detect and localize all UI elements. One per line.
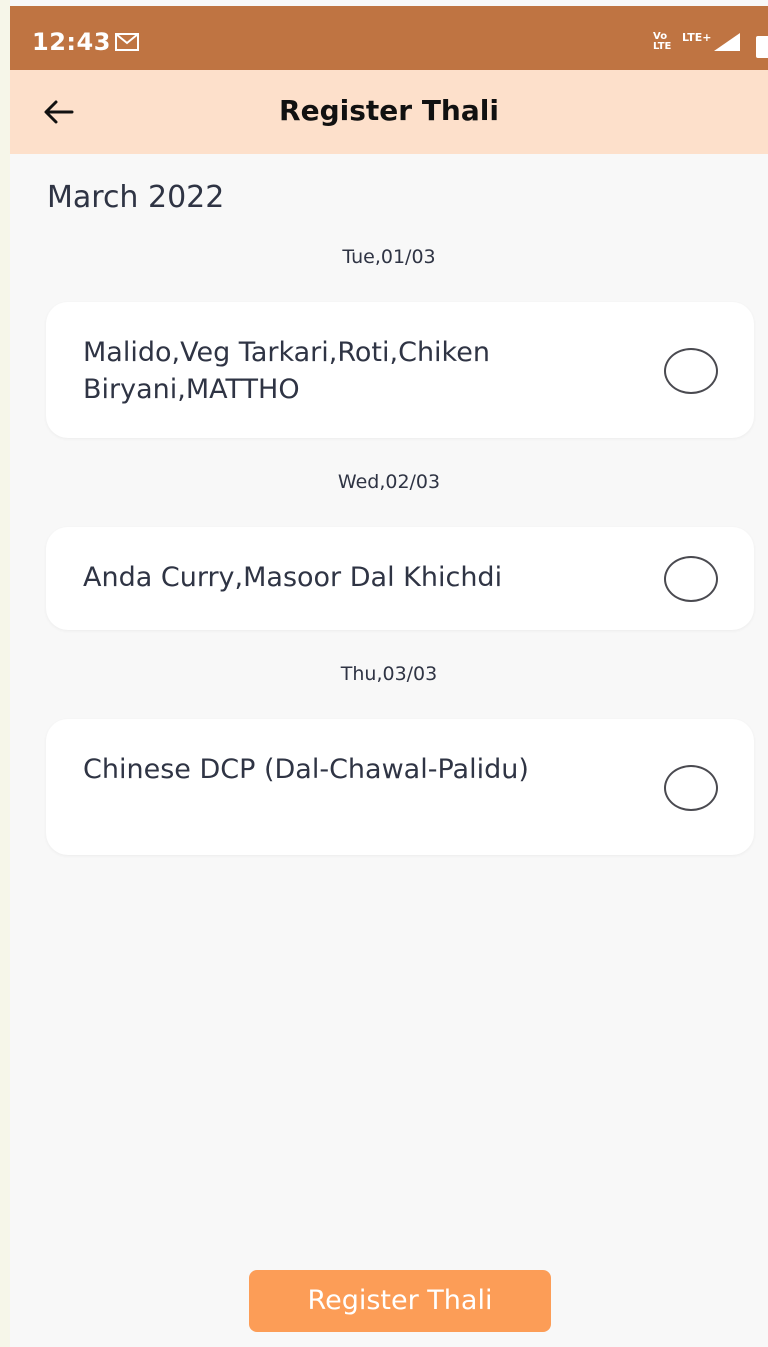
menu-card-tue[interactable]: Malido,Veg Tarkari,Roti,Chiken Biryani,M… xyxy=(46,302,754,438)
menu-text: Chinese DCP (Dal-Chawal-Palidu) xyxy=(83,754,529,785)
select-radio[interactable] xyxy=(664,348,718,394)
menu-card-wed[interactable]: Anda Curry,Masoor Dal Khichdi xyxy=(46,527,754,630)
menu-card-thu[interactable]: Chinese DCP (Dal-Chawal-Palidu) xyxy=(46,719,754,855)
app-bar: Register Thali xyxy=(10,70,768,154)
battery-icon xyxy=(756,36,768,58)
volte-icon: Vo LTE xyxy=(653,31,672,52)
day-label: Thu,03/03 xyxy=(340,663,438,685)
lte-plus-label: LTE+ xyxy=(682,31,712,44)
menu-text: Anda Curry,Masoor Dal Khichdi xyxy=(83,562,503,593)
register-thali-button[interactable]: Register Thali xyxy=(249,1270,551,1332)
select-radio[interactable] xyxy=(664,765,718,811)
signal-icon xyxy=(714,33,740,51)
page-title: Register Thali xyxy=(279,94,499,127)
menu-text: Malido,Veg Tarkari,Roti,Chiken Biryani,M… xyxy=(83,337,490,405)
month-label: March 2022 xyxy=(47,180,225,215)
app-screen: 12:43 Vo LTE LTE+ Register Thali March 2… xyxy=(10,0,768,1347)
select-radio[interactable] xyxy=(664,556,718,602)
gmail-icon xyxy=(115,33,139,51)
status-time: 12:43 xyxy=(32,28,111,56)
status-bar: 12:43 Vo LTE LTE+ xyxy=(10,6,768,70)
day-label: Wed,02/03 xyxy=(337,471,441,493)
day-label: Tue,01/03 xyxy=(342,246,436,268)
